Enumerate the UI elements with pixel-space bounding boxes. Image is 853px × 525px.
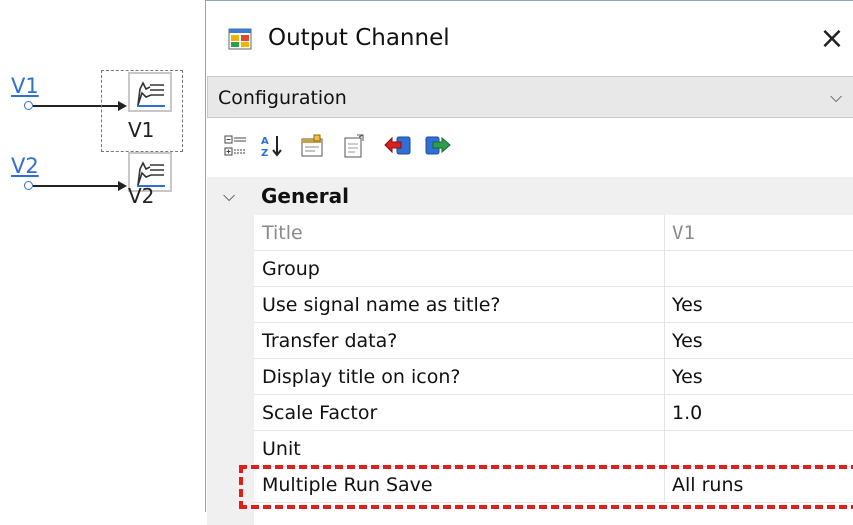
svg-text:Z: Z [261,148,268,159]
chevron-down-icon: ⌵ [830,89,843,106]
property-name: Transfer data? [262,330,398,352]
property-grid: ⌵ General Title V1 Group Use signal name… [207,177,853,525]
svg-text:A: A [261,136,269,147]
dialog-title: Output Channel [268,25,450,51]
property-toolbar: A Z [207,119,853,174]
block-name-v2: V2 [128,184,155,208]
property-name: Group [262,258,320,280]
property-row-display-title[interactable]: Display title on icon? Yes [254,359,853,395]
export-green-arrow-icon [425,136,451,155]
schematic-canvas: V1 V1 V2 V2 [0,0,205,512]
property-row-use-signal-name[interactable]: Use signal name as title? Yes [254,287,853,323]
column-divider [664,395,665,431]
column-divider [664,431,665,467]
categorized-icon [224,135,246,156]
output-channel-dialog: Output Channel × Configuration ⌵ A Z ⌵ G… [205,0,853,525]
property-name: Unit [262,438,301,460]
property-value[interactable]: Yes [672,366,703,388]
output-block-v1[interactable] [128,72,172,112]
property-pages-button[interactable] [299,133,329,161]
property-row-scale-factor[interactable]: Scale Factor 1.0 [254,395,853,431]
property-row-unit[interactable]: Unit [254,431,853,467]
category-general[interactable]: ⌵ General [207,177,853,215]
column-divider [664,251,665,287]
property-name: Multiple Run Save [262,474,433,496]
signal-label-v2[interactable]: V2 [11,154,39,178]
sort-alphabetical-icon: A Z [261,136,282,159]
category-label: General [261,184,349,208]
property-row-multiple-run-save[interactable]: Multiple Run Save All runs [254,467,853,503]
column-divider [664,359,665,395]
configuration-dropdown[interactable]: Configuration ⌵ [207,76,853,118]
scope-icon [137,161,165,187]
column-divider [664,323,665,359]
wire-arrow-v2 [118,181,127,191]
property-name: Use signal name as title? [262,294,501,316]
import-button[interactable] [383,133,413,161]
property-name: Display title on icon? [262,366,461,388]
property-name: Title [262,222,303,244]
signal-label-v1[interactable]: V1 [11,74,39,98]
export-button[interactable] [423,133,453,161]
column-divider [664,215,665,251]
app-window-icon [228,28,252,50]
copy-properties-button[interactable] [341,133,371,161]
property-value[interactable]: All runs [672,474,743,496]
property-value: V1 [672,222,695,244]
chevron-down-icon[interactable]: ⌵ [223,186,235,206]
block-name-v1: V1 [128,118,155,142]
property-grid-gutter [207,215,254,525]
column-divider [664,467,665,503]
close-button[interactable]: × [812,19,852,59]
signal-port-v2[interactable] [24,181,33,190]
property-row-group[interactable]: Group [254,251,853,287]
title-bar[interactable]: Output Channel × [206,1,853,73]
scope-icon [137,81,165,107]
property-name: Scale Factor [262,402,378,424]
categorized-button[interactable] [223,133,253,161]
sort-alphabetical-button[interactable]: A Z [259,133,289,161]
configuration-dropdown-value: Configuration [218,87,347,109]
wire-v2 [33,185,121,187]
property-value[interactable]: Yes [672,330,703,352]
property-value[interactable]: Yes [672,294,703,316]
property-row-title[interactable]: Title V1 [254,215,853,251]
property-pages-icon [301,134,323,157]
import-red-arrow-icon [384,136,411,155]
signal-port-v1[interactable] [24,101,33,110]
property-row-transfer-data[interactable]: Transfer data? Yes [254,323,853,359]
column-divider [664,287,665,323]
copy-properties-icon [344,134,364,158]
property-value[interactable]: 1.0 [672,402,702,424]
